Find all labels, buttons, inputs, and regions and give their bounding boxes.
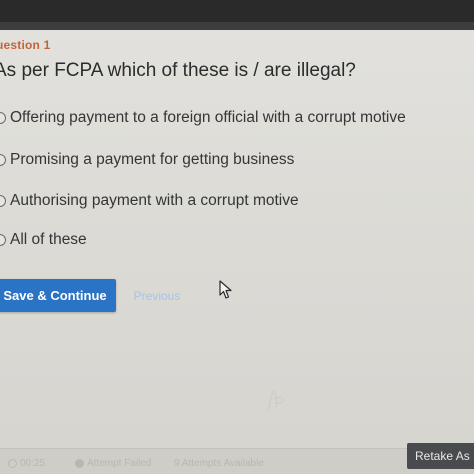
quiz-screen: uestion 1 As per FCPA which of these is … [0,0,474,474]
answer-option-label: Offering payment to a foreign official w… [10,109,406,126]
save-continue-button[interactable]: Save & Continue [0,279,116,312]
answer-option-label: Authorising payment with a corrupt motiv… [10,192,299,209]
retake-assessment-button[interactable]: Retake As [407,443,474,469]
attempts-available-text: 9 Attempts Available [174,458,264,469]
previous-button[interactable]: Previous [124,279,190,312]
radio-button[interactable] [0,195,6,207]
screen-smudge [267,389,285,412]
answer-option-1[interactable]: Offering payment to a foreign official w… [0,109,406,127]
radio-button[interactable] [0,112,6,124]
question-number-label: uestion 1 [0,38,51,52]
question-text: As per FCPA which of these is / are ille… [0,60,356,81]
status-dot-icon [75,459,84,468]
attempt-status: Attempt Failed [75,458,151,469]
top-bar-edge [0,22,474,30]
radio-button[interactable] [0,154,6,166]
timer-value: 00:25 [20,458,46,469]
mouse-pointer-icon [219,280,232,299]
attempt-status-text: Attempt Failed [87,458,152,469]
timer: 00:25 [8,458,45,469]
answer-option-2[interactable]: Promising a payment for getting business [0,151,294,169]
attempts-available: 9 Attempts Available [174,458,264,469]
clock-icon [8,459,17,468]
answer-option-label: All of these [10,231,87,248]
radio-button[interactable] [0,234,6,246]
answer-option-3[interactable]: Authorising payment with a corrupt motiv… [0,192,299,210]
top-bar [0,0,474,30]
answer-option-4[interactable]: All of these [0,231,87,249]
answer-option-label: Promising a payment for getting business [10,151,295,168]
